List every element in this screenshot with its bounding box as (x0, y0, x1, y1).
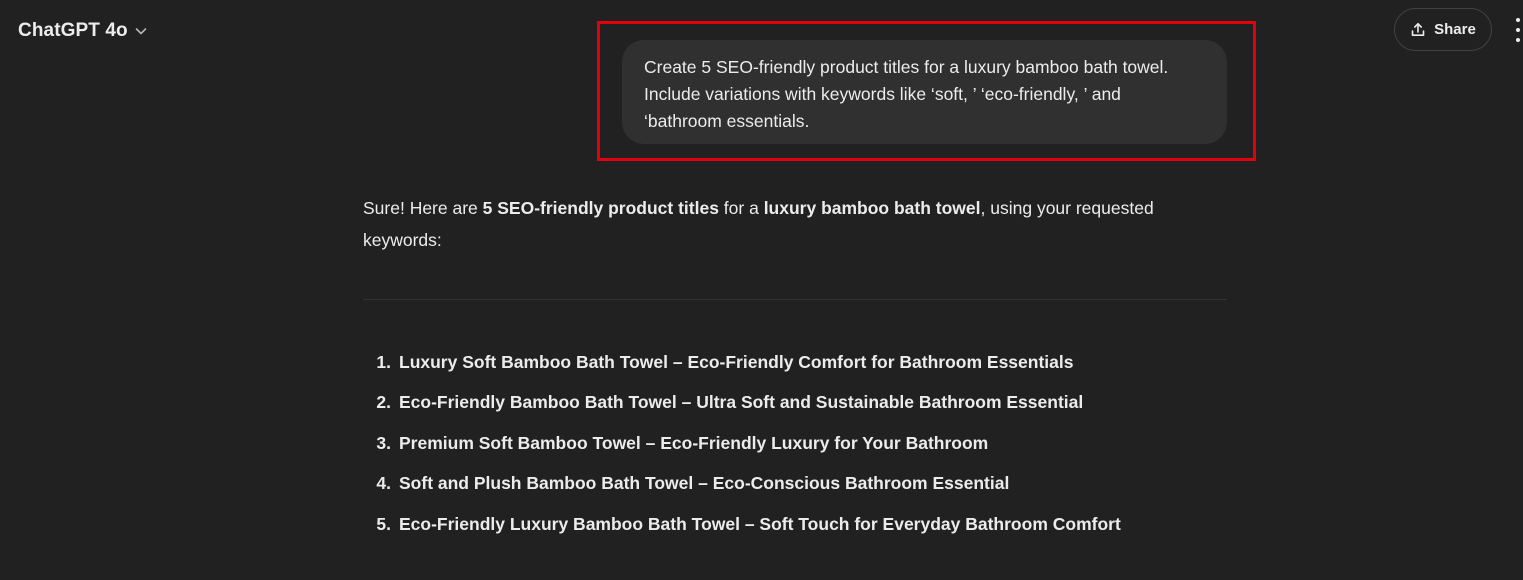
assistant-intro: Sure! Here are 5 SEO-friendly product ti… (363, 192, 1233, 256)
intro-bold-count: 5 SEO-friendly product titles (482, 198, 719, 218)
list-item-text: Soft and Plush Bamboo Bath Towel – Eco-C… (399, 473, 1010, 494)
model-selector[interactable]: ChatGPT 4o (12, 14, 154, 48)
list-number: 3. (376, 432, 391, 453)
model-name: ChatGPT 4o (18, 20, 128, 41)
share-label: Share (1434, 21, 1476, 38)
list-item-text: Eco-Friendly Luxury Bamboo Bath Towel – … (399, 513, 1121, 534)
more-dot (1515, 28, 1520, 32)
list-item: 3. Premium Soft Bamboo Towel – Eco-Frien… (363, 423, 1121, 464)
intro-bold-product: luxury bamboo bath towel (763, 198, 981, 218)
intro-text: for a (718, 198, 764, 218)
list-item-text: Eco-Friendly Bamboo Bath Towel – Ultra S… (399, 392, 1084, 413)
list-item-text: Premium Soft Bamboo Towel – Eco-Friendly… (399, 432, 989, 453)
list-number: 2. (376, 392, 391, 413)
list-number: 1. (376, 351, 391, 372)
share-button[interactable]: Share (1394, 8, 1492, 51)
divider (363, 299, 1227, 300)
share-icon (1410, 22, 1426, 38)
list-item: 1. Luxury Soft Bamboo Bath Towel – Eco-F… (363, 342, 1121, 383)
highlight-annotation-box (597, 21, 1256, 161)
list-item-text: Luxury Soft Bamboo Bath Towel – Eco-Frie… (399, 351, 1074, 372)
product-title-list: 1. Luxury Soft Bamboo Bath Towel – Eco-F… (363, 342, 1121, 545)
list-item: 5. Eco-Friendly Luxury Bamboo Bath Towel… (363, 504, 1121, 545)
list-item: 2. Eco-Friendly Bamboo Bath Towel – Ultr… (363, 383, 1121, 424)
more-dot (1515, 38, 1520, 42)
list-item: 4. Soft and Plush Bamboo Bath Towel – Ec… (363, 464, 1121, 505)
list-number: 4. (376, 473, 391, 494)
chevron-down-icon (134, 24, 148, 38)
intro-text: Sure! Here are (363, 198, 483, 218)
more-vertical-icon[interactable] (1512, 18, 1523, 42)
list-number: 5. (376, 513, 391, 534)
more-dot (1515, 18, 1520, 22)
chat-window: ChatGPT 4o Share Create 5 SEO-friendly p… (0, 0, 1523, 580)
